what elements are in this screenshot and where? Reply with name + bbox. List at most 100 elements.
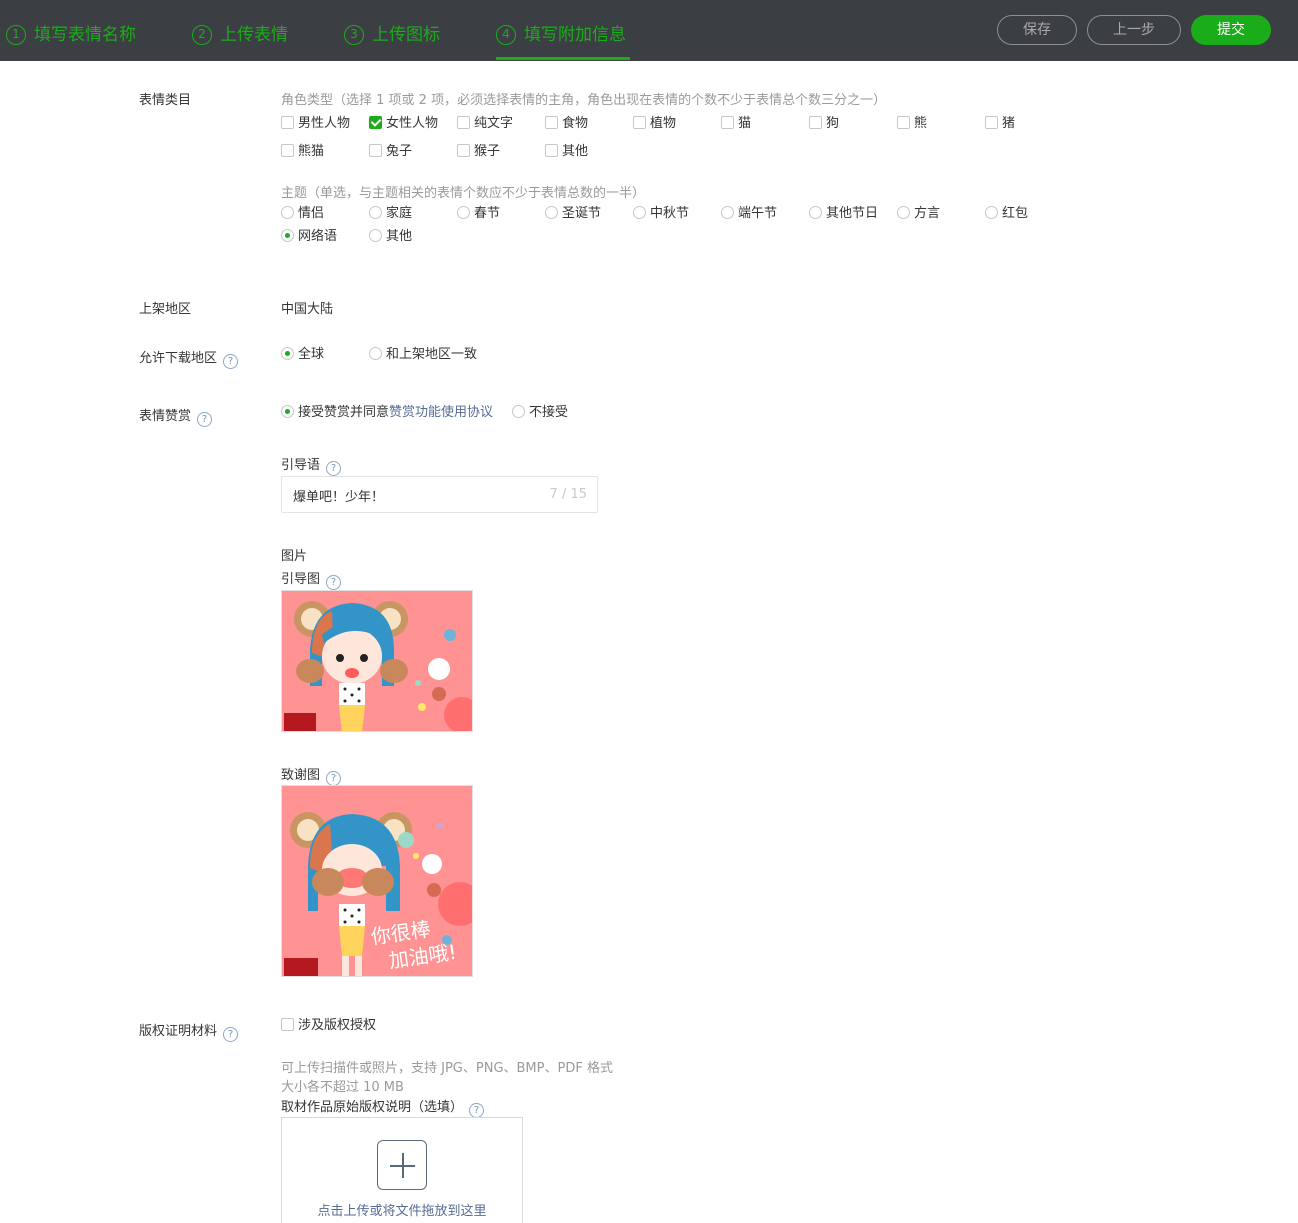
thanks-image-illustration: 你很棒 加油哦! [282,786,472,976]
download-region-option-same[interactable]: 和上架地区一致 [369,347,477,363]
save-button[interactable]: 保存 [997,15,1077,45]
radio-icon[interactable] [369,206,382,219]
radio-icon[interactable] [369,347,382,360]
radio-selected-icon[interactable] [281,229,294,242]
role-option[interactable]: 熊猫 [281,144,324,160]
guide-text-counter: 7 / 15 [549,487,587,502]
download-region-option-global[interactable]: 全球 [281,347,324,363]
upload-text[interactable]: 点击上传或将文件拖放到这里 [282,1200,522,1219]
radio-icon[interactable] [281,206,294,219]
role-option-label: 男性人物 [298,116,351,131]
submit-button[interactable]: 提交 [1191,15,1271,45]
copyright-hint-format: 可上传扫描件或照片，支持 JPG、PNG、BMP、PDF 格式 [281,1061,613,1076]
theme-option[interactable]: 方言 [897,206,940,222]
role-option-label: 其他 [562,144,589,159]
radio-icon[interactable] [545,206,558,219]
step-4[interactable]: 4 填写附加信息 [496,20,630,60]
radio-selected-icon[interactable] [281,347,294,360]
role-option[interactable]: 猴子 [457,144,500,160]
help-icon[interactable]: ? [223,1027,239,1042]
step-3[interactable]: 3 上传图标 [344,20,440,60]
radio-icon[interactable] [985,206,998,219]
help-icon[interactable]: ? [469,1103,485,1118]
copyright-authorization-checkbox[interactable]: 涉及版权授权 [281,1018,376,1034]
checkbox-icon[interactable] [897,116,910,129]
role-option[interactable]: 食物 [545,116,588,132]
radio-icon[interactable] [897,206,910,219]
radio-icon[interactable] [721,206,734,219]
help-icon[interactable]: ? [223,354,239,369]
radio-icon[interactable] [369,229,382,242]
theme-option[interactable]: 端午节 [721,206,777,222]
checkbox-icon[interactable] [281,144,294,157]
file-upload-area[interactable]: 点击上传或将文件拖放到这里 [281,1117,523,1223]
theme-option[interactable]: 家庭 [369,206,412,222]
prev-step-button[interactable]: 上一步 [1087,15,1181,45]
theme-option-label: 家庭 [386,206,413,221]
step-2-label: 上传表情 [220,25,288,45]
help-icon[interactable]: ? [197,412,213,427]
role-option-label: 猫 [738,116,752,131]
radio-icon[interactable] [809,206,822,219]
checkbox-checked-icon[interactable] [369,116,382,129]
step-1-label: 填写表情名称 [34,25,136,45]
role-option-label: 狗 [826,116,840,131]
theme-option[interactable]: 圣诞节 [545,206,601,222]
help-icon[interactable]: ? [326,461,342,476]
reward-reject-option[interactable]: 不接受 [512,405,568,421]
guide-text-input[interactable]: 爆单吧！少年！ 7 / 15 [281,476,598,513]
step-4-number: 4 [496,25,516,45]
step-2[interactable]: 2 上传表情 [192,20,288,60]
role-option[interactable]: 狗 [809,116,839,132]
radio-selected-icon[interactable] [281,405,294,418]
theme-option[interactable]: 其他节日 [809,206,878,222]
role-option[interactable]: 猪 [985,116,1015,132]
checkbox-icon[interactable] [457,116,470,129]
plus-icon[interactable] [377,1140,427,1190]
radio-icon[interactable] [633,206,646,219]
guide-image-label-text: 引导图 [281,572,321,587]
role-option[interactable]: 植物 [633,116,676,132]
theme-option-label: 端午节 [738,206,778,221]
checkbox-icon[interactable] [369,144,382,157]
guide-image[interactable] [281,590,473,732]
checkbox-icon[interactable] [721,116,734,129]
role-option[interactable]: 女性人物 [369,116,438,132]
theme-option[interactable]: 情侣 [281,206,324,222]
checkbox-icon[interactable] [545,116,558,129]
download-region-option-label: 和上架地区一致 [386,347,478,362]
role-option[interactable]: 熊 [897,116,927,132]
reward-agreement-link[interactable]: 赞赏功能使用协议 [389,405,493,420]
radio-icon[interactable] [512,405,525,418]
theme-option[interactable]: 其他 [369,229,412,245]
checkbox-icon[interactable] [633,116,646,129]
checkbox-icon[interactable] [809,116,822,129]
theme-option-label: 情侣 [298,206,325,221]
role-option-label: 食物 [562,116,589,131]
radio-icon[interactable] [457,206,470,219]
help-icon[interactable]: ? [326,575,342,590]
theme-option[interactable]: 春节 [457,206,500,222]
theme-option[interactable]: 红包 [985,206,1028,222]
role-option[interactable]: 男性人物 [281,116,350,132]
guide-text-label-text: 引导语 [281,458,321,473]
checkbox-icon[interactable] [985,116,998,129]
role-option[interactable]: 纯文字 [457,116,513,132]
checkbox-icon[interactable] [281,1018,294,1031]
copyright-hint-size: 大小各不超过 10 MB [281,1080,404,1095]
step-1[interactable]: 1 填写表情名称 [6,20,136,60]
category-label: 表情类目 [139,93,192,108]
checkbox-icon[interactable] [457,144,470,157]
reward-accept-option[interactable]: 接受赞赏并同意赞赏功能使用协议 [281,405,493,421]
theme-option[interactable]: 网络语 [281,229,337,245]
download-region-option-label: 全球 [298,347,325,362]
checkbox-icon[interactable] [281,116,294,129]
thanks-image[interactable]: 你很棒 加油哦! [281,785,473,977]
role-option[interactable]: 兔子 [369,144,412,160]
help-icon[interactable]: ? [326,771,342,786]
role-option-label: 女性人物 [386,116,439,131]
checkbox-icon[interactable] [545,144,558,157]
theme-option[interactable]: 中秋节 [633,206,689,222]
role-option[interactable]: 其他 [545,144,588,160]
role-option[interactable]: 猫 [721,116,751,132]
